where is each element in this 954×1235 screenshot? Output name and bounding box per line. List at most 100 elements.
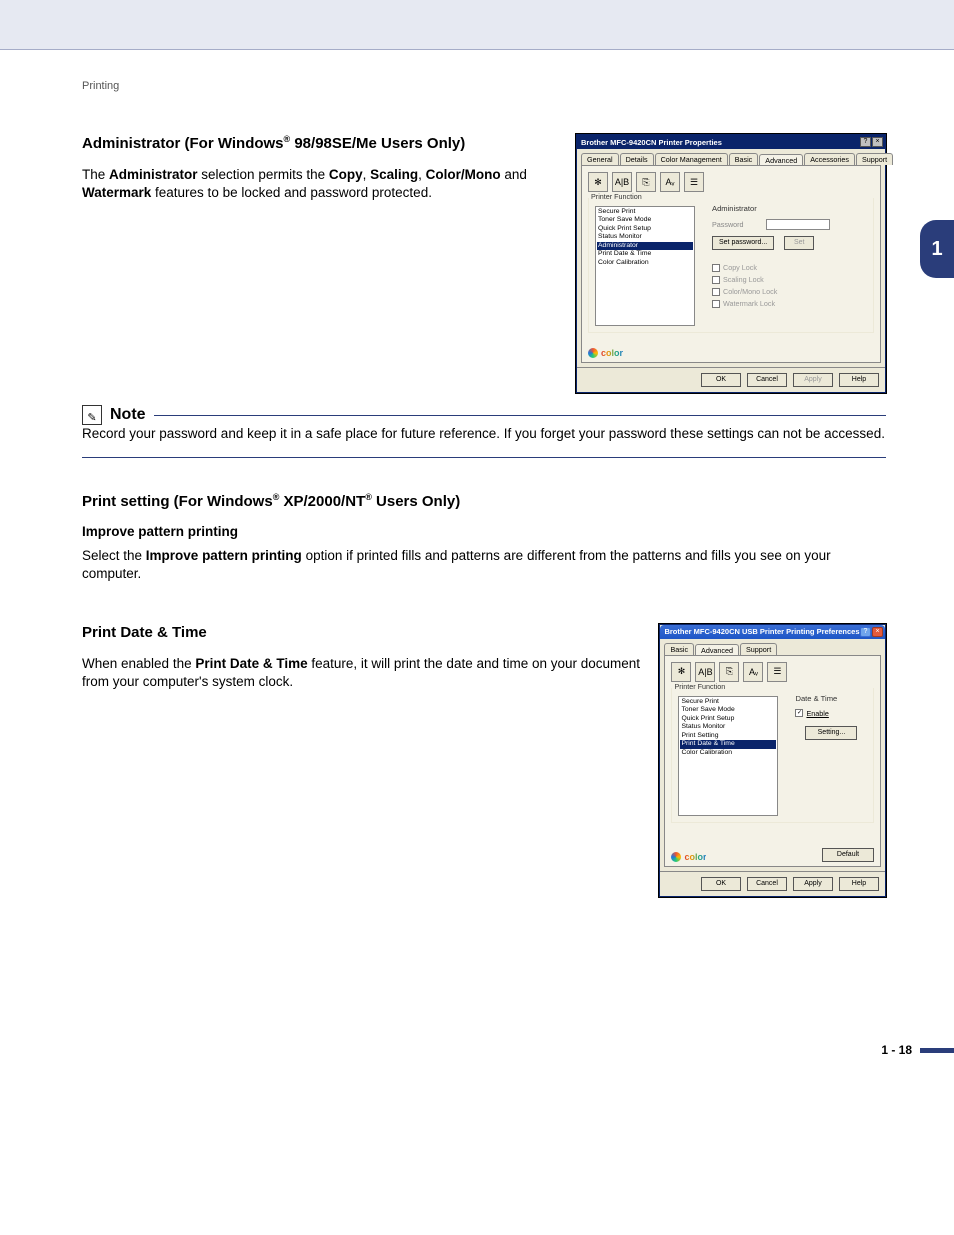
icon-duplex[interactable]: A|B [612, 172, 632, 192]
printer-function-list[interactable]: Secure Print Toner Save Mode Quick Print… [595, 206, 695, 326]
icon-quality[interactable]: ✻ [671, 662, 691, 682]
list-item[interactable]: Quick Print Setup [597, 225, 693, 233]
t: When enabled the [82, 656, 195, 671]
list-item[interactable]: Toner Save Mode [680, 706, 776, 714]
t: Watermark [82, 185, 151, 200]
list-item[interactable]: Status Monitor [597, 233, 693, 241]
tab-color-management[interactable]: Color Management [655, 153, 728, 165]
list-item[interactable]: Print Setting [680, 732, 776, 740]
list-item[interactable]: Toner Save Mode [597, 216, 693, 224]
close-button[interactable]: × [872, 137, 883, 147]
icon-device-options[interactable]: ☰ [767, 662, 787, 682]
checkbox-icon [712, 276, 720, 284]
watermark-lock-checkbox[interactable]: Watermark Lock [712, 299, 874, 308]
administrator-panel: Administrator Password Set password... S… [712, 204, 874, 311]
section-datetime-para: When enabled the Print Date & Time featu… [82, 655, 645, 691]
set-password-button[interactable]: Set password... [712, 236, 774, 250]
icon-quality[interactable]: ✻ [588, 172, 608, 192]
subhead-improve-pattern: Improve pattern printing [82, 524, 886, 539]
list-item[interactable]: Print Date & Time [597, 250, 693, 258]
icon-watermark[interactable]: ⎘ [719, 662, 739, 682]
apply-button[interactable]: Apply [793, 877, 833, 891]
section-administrator: Administrator (For Windows® 98/98SE/Me U… [82, 134, 886, 393]
panel-title: Date & Time [795, 694, 874, 703]
checkbox-label: Scaling Lock [723, 275, 764, 284]
t: ® [365, 492, 372, 502]
t: Color/Mono [426, 167, 501, 182]
list-item[interactable]: Color Calibration [597, 259, 693, 267]
datetime-panel: Date & Time ✓ Enable Setting... [795, 694, 874, 740]
ok-button[interactable]: OK [701, 373, 741, 387]
help-button[interactable]: Help [839, 373, 879, 387]
scaling-lock-checkbox[interactable]: Scaling Lock [712, 275, 874, 284]
tab-support[interactable]: Support [856, 153, 893, 165]
close-button[interactable]: × [872, 627, 883, 637]
color-mono-lock-checkbox[interactable]: Color/Mono Lock [712, 287, 874, 296]
heading-text: Administrator (For Windows [82, 135, 284, 152]
note-header: ✎ Note [82, 405, 886, 425]
t: and [501, 167, 527, 182]
t: features to be locked and password prote… [151, 185, 432, 200]
t: The [82, 167, 109, 182]
icon-device-options[interactable]: ☰ [684, 172, 704, 192]
tab-body: ✻ A|B ⎘ Aᵥ ☰ Printer Function Secure Pri… [664, 655, 881, 867]
color-logo-icon [671, 852, 681, 862]
cancel-button[interactable]: Cancel [747, 373, 787, 387]
checkbox-label: Color/Mono Lock [723, 287, 777, 296]
ok-button[interactable]: OK [701, 877, 741, 891]
window-title: Brother MFC-9420CN USB Printer Printing … [664, 627, 859, 636]
list-item-selected[interactable]: Administrator [597, 242, 693, 250]
help-button[interactable]: Help [839, 877, 879, 891]
copy-lock-checkbox[interactable]: Copy Lock [712, 263, 874, 272]
tab-support[interactable]: Support [740, 643, 777, 655]
t: Copy [329, 167, 363, 182]
icon-page-setting[interactable]: Aᵥ [743, 662, 763, 682]
list-item-selected[interactable]: Print Date & Time [680, 740, 776, 748]
t: Improve pattern printing [146, 548, 302, 563]
list-item[interactable]: Status Monitor [680, 723, 776, 731]
help-button[interactable]: ? [860, 137, 871, 147]
color-logo-icon [588, 348, 598, 358]
t: Print Date & Time [195, 656, 307, 671]
icon-duplex[interactable]: A|B [695, 662, 715, 682]
set-button[interactable]: Set [784, 236, 814, 250]
section-print-setting-para: Select the Improve pattern printing opti… [82, 547, 886, 583]
color-badge: color [588, 348, 623, 358]
apply-button[interactable]: Apply [793, 373, 833, 387]
heading-text-2: 98/98SE/Me Users Only) [290, 135, 465, 152]
printer-function-list[interactable]: Secure Print Toner Save Mode Quick Print… [678, 696, 778, 816]
note-rule [154, 415, 886, 416]
color-label: color [684, 852, 706, 862]
icon-page-setting[interactable]: Aᵥ [660, 172, 680, 192]
list-item[interactable]: Secure Print [597, 208, 693, 216]
cancel-button[interactable]: Cancel [747, 877, 787, 891]
t: Administrator [109, 167, 198, 182]
list-item[interactable]: Color Calibration [680, 749, 776, 757]
page-body: Printing Administrator (For Windows® 98/… [0, 50, 954, 1077]
enable-checkbox[interactable]: ✓ Enable [795, 709, 874, 718]
help-button[interactable]: ? [860, 627, 871, 637]
checkbox-icon [712, 300, 720, 308]
dialog-footer: OK Cancel Apply Help [577, 367, 885, 392]
window-title: Brother MFC-9420CN Printer Properties [581, 138, 722, 147]
t: Select the [82, 548, 146, 563]
setting-button[interactable]: Setting... [805, 726, 857, 740]
list-item[interactable]: Quick Print Setup [680, 715, 776, 723]
tab-accessories[interactable]: Accessories [804, 153, 855, 165]
checkbox-icon [712, 288, 720, 296]
password-label: Password [712, 220, 760, 229]
tab-general[interactable]: General [581, 153, 619, 165]
password-input[interactable] [766, 219, 830, 230]
list-item[interactable]: Secure Print [680, 698, 776, 706]
default-button[interactable]: Default [822, 848, 874, 862]
tab-details[interactable]: Details [620, 153, 654, 165]
section-print-setting-heading: Print setting (For Windows® XP/2000/NT® … [82, 492, 886, 510]
t: , [418, 167, 426, 182]
section-datetime: Print Date & Time When enabled the Print… [82, 624, 886, 897]
tab-basic[interactable]: Basic [664, 643, 694, 655]
note-text: Record your password and keep it in a sa… [82, 425, 886, 443]
enable-label: Enable [806, 709, 828, 718]
tab-basic[interactable]: Basic [729, 153, 759, 165]
panel-title: Administrator [712, 204, 874, 213]
icon-watermark[interactable]: ⎘ [636, 172, 656, 192]
